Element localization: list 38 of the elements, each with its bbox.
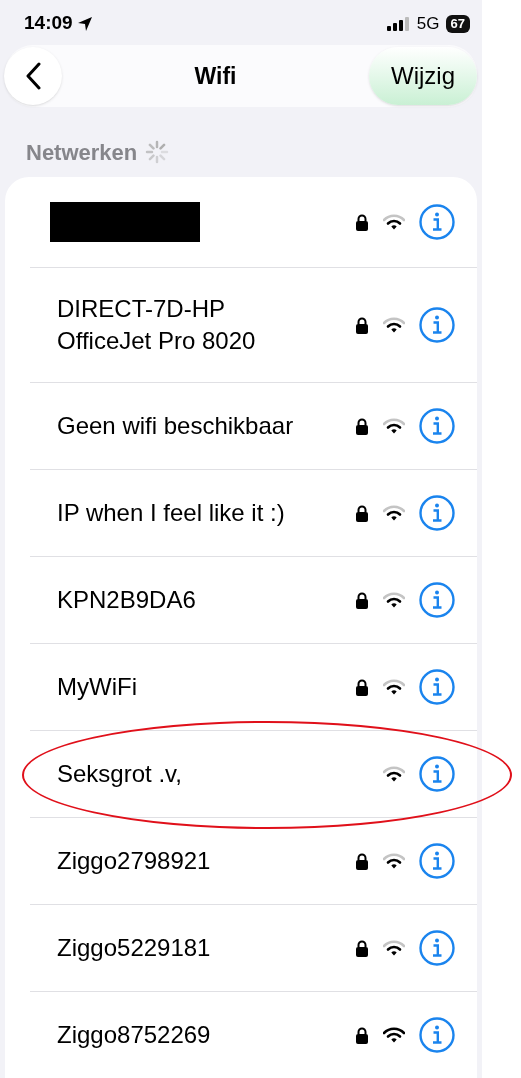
back-button[interactable] (4, 47, 62, 106)
network-row[interactable]: DIRECT-7D-HP OfficeJet Pro 8020 (30, 268, 477, 383)
edit-button[interactable]: Wijzig (369, 47, 477, 106)
info-icon[interactable] (419, 1017, 455, 1053)
info-icon[interactable] (419, 307, 455, 343)
network-name: DIRECT-7D-HP OfficeJet Pro 8020 (57, 294, 257, 356)
network-name: Ziggo2798921 (57, 846, 212, 876)
network-name: Seksgrot .v, (57, 759, 183, 789)
network-row[interactable]: Ziggo8752269 (30, 992, 477, 1078)
chevron-left-icon (25, 62, 41, 91)
location-arrow-icon (76, 15, 93, 32)
network-type: 5G (416, 12, 440, 35)
network-row[interactable]: Seksgrot .v, (30, 731, 477, 818)
info-icon[interactable] (419, 495, 455, 531)
network-row[interactable]: KPN2B9DA6 (30, 557, 477, 644)
info-icon[interactable] (419, 843, 455, 879)
network-row[interactable]: MyWiFi (30, 644, 477, 731)
network-row[interactable]: Ziggo2798921 (30, 818, 477, 905)
info-icon[interactable] (419, 408, 455, 444)
network-name: IP when I feel like it :) (57, 498, 286, 528)
nav-title: Wifi (194, 62, 237, 92)
network-row[interactable]: IP when I feel like it :) (30, 470, 477, 557)
network-name: MyWiFi (57, 672, 138, 702)
battery-level: 67 (445, 14, 470, 33)
network-name: Ziggo5229181 (57, 933, 212, 963)
info-icon[interactable] (419, 756, 455, 792)
info-icon[interactable] (419, 669, 455, 705)
info-icon[interactable] (419, 582, 455, 618)
status-time: 14:09 (24, 11, 73, 36)
network-row[interactable]: Geen wifi beschikbaar (30, 383, 477, 470)
network-name: Geen wifi beschikbaar (57, 411, 295, 441)
info-icon[interactable] (419, 930, 455, 966)
network-row[interactable]: Ziggo5229181 (30, 905, 477, 992)
section-header: Netwerken (26, 138, 138, 167)
info-icon[interactable] (419, 204, 455, 240)
network-name: Ziggo8752269 (57, 1020, 212, 1050)
cellular-signal-icon (386, 16, 411, 31)
network-name: KPN2B9DA6 (57, 585, 197, 615)
